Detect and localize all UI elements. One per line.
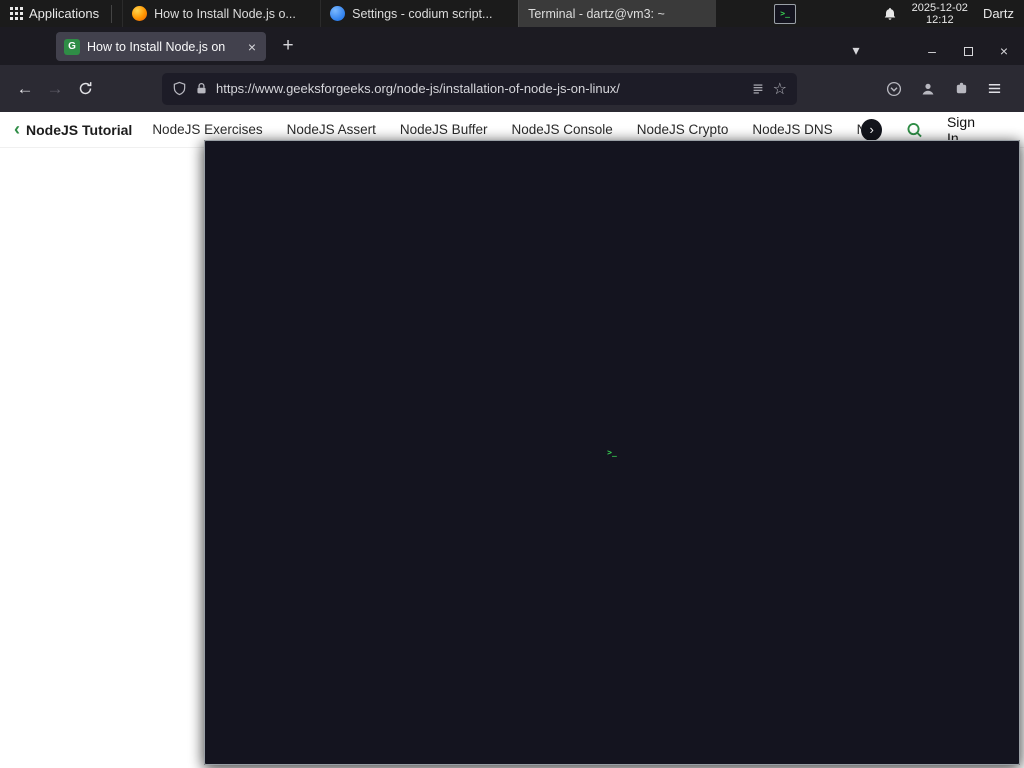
panel-separator xyxy=(111,4,113,23)
reload-icon xyxy=(79,82,91,95)
account-icon[interactable] xyxy=(920,81,936,97)
pocket-icon[interactable] xyxy=(886,81,902,97)
reader-mode-icon[interactable] xyxy=(751,82,765,96)
panel-right-cluster: 2025-12-02 12:12 Dartz xyxy=(883,0,1024,27)
window-taskbar: How to Install Node.js o... Settings - co… xyxy=(122,0,1020,765)
reload-button[interactable] xyxy=(70,74,100,104)
clock-time: 12:12 xyxy=(926,13,954,26)
notification-bell-icon[interactable] xyxy=(883,7,897,21)
firefox-icon xyxy=(132,6,148,21)
taskbar-window-title: Terminal - dartz@vm3: ~ xyxy=(528,6,665,21)
taskbar-window-title: Settings - codium script... xyxy=(352,6,493,21)
geeksforgeeks-favicon: G xyxy=(64,38,80,55)
url-text[interactable]: https://www.geeksforgeeks.org/node-js/in… xyxy=(216,81,743,96)
nav-link-nodejs-assert[interactable]: NodeJS Assert xyxy=(287,122,376,137)
maximize-window-button[interactable] xyxy=(956,43,980,59)
window-controls: ▾ – × xyxy=(844,42,1024,65)
taskbar-window-title: How to Install Node.js o... xyxy=(154,6,296,21)
extensions-icon[interactable] xyxy=(954,81,969,96)
panel-clock[interactable]: 2025-12-02 12:12 xyxy=(912,2,968,26)
nav-link-nodejs-tutorial[interactable]: NodeJS Tutorial xyxy=(26,122,132,138)
search-icon[interactable] xyxy=(906,121,923,139)
url-bar[interactable]: https://www.geeksforgeeks.org/node-js/in… xyxy=(162,72,797,105)
tab-title: How to Install Node.js on xyxy=(87,39,226,54)
panel-username[interactable]: Dartz xyxy=(983,6,1014,21)
clock-date: 2025-12-02 xyxy=(911,1,968,14)
nav-scroll-left-chevron[interactable]: ‹ xyxy=(14,119,20,140)
nav-link-nodejs-console[interactable]: NodeJS Console xyxy=(511,122,612,137)
desktop: Applications How to Install Node.js o...… xyxy=(0,0,1024,768)
new-tab-button[interactable]: + xyxy=(276,35,300,57)
bookmark-star-icon[interactable]: ☆ xyxy=(773,79,787,99)
applications-label: Applications xyxy=(29,6,100,21)
maximize-icon xyxy=(963,46,973,56)
site-nav-links: NodeJS Exercises NodeJS Assert NodeJS Buff… xyxy=(152,122,861,137)
top-panel: Applications How to Install Node.js o...… xyxy=(0,0,1024,765)
lock-icon[interactable] xyxy=(195,82,208,95)
nav-link-nodejs-buffer[interactable]: NodeJS Buffer xyxy=(400,122,488,137)
close-window-button[interactable]: × xyxy=(992,43,1016,59)
tab-close-button[interactable]: × xyxy=(246,39,258,55)
forward-button[interactable]: → xyxy=(40,74,70,104)
browser-tab-bar: G How to Install Node.js on × + ▾ – × xyxy=(0,27,1024,65)
applications-menu[interactable]: Applications xyxy=(0,0,109,27)
list-all-tabs-button[interactable]: ▾ xyxy=(844,42,868,59)
taskbar-window-firefox[interactable]: How to Install Node.js o... xyxy=(122,0,320,27)
applications-grid-icon xyxy=(10,7,23,20)
nav-link-nodejs-exercises[interactable]: NodeJS Exercises xyxy=(152,122,262,137)
browser-navigation-bar: ← → https://www.geeksforgeeks.org/node-j… xyxy=(0,65,1024,112)
codium-icon xyxy=(330,6,346,21)
taskbar-window-codium[interactable]: Settings - codium script... xyxy=(320,0,518,27)
tray-terminal-icon[interactable]: >_ xyxy=(774,3,797,24)
toolbar-icons xyxy=(886,81,1014,97)
minimize-window-button[interactable]: – xyxy=(920,43,944,59)
nav-link-nodejs-crypto[interactable]: NodeJS Crypto xyxy=(637,122,729,137)
tracking-shield-icon[interactable] xyxy=(172,81,187,96)
menu-hamburger-icon[interactable] xyxy=(987,81,1002,96)
back-button[interactable]: ← xyxy=(10,74,40,104)
browser-tab[interactable]: G How to Install Node.js on × xyxy=(56,32,266,61)
taskbar-window-terminal[interactable]: >_ Terminal - dartz@vm3: ~ xyxy=(204,0,1020,765)
nav-scroll-right-button[interactable]: › xyxy=(861,118,883,141)
nav-link-nodejs-dns[interactable]: NodeJS DNS xyxy=(752,122,832,137)
